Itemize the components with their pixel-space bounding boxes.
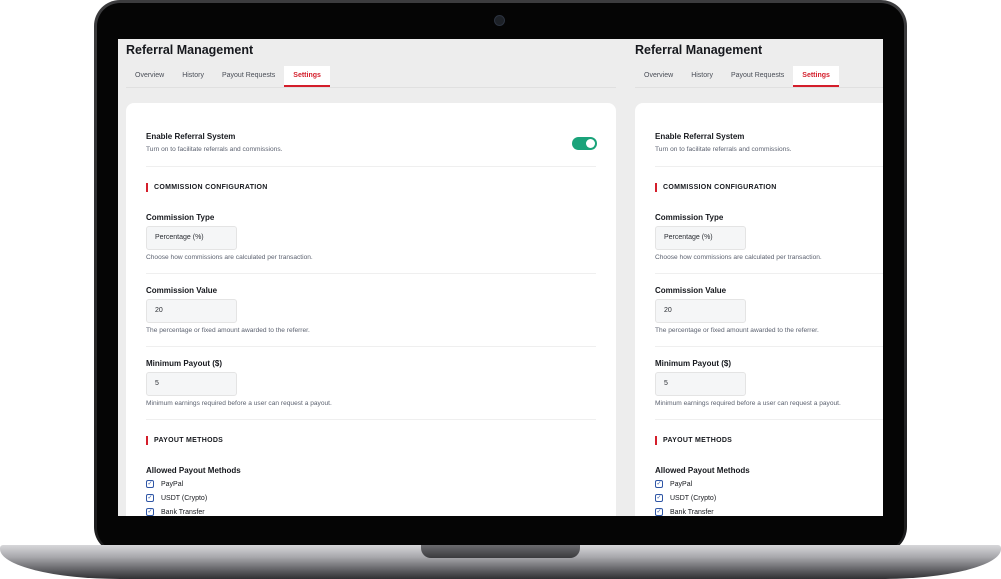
enable-referral-label: Enable Referral System xyxy=(146,132,236,141)
tab-payout-requests[interactable]: Payout Requests xyxy=(722,66,793,87)
bank-transfer-label: Bank Transfer xyxy=(670,509,714,516)
tab-history[interactable]: History xyxy=(682,66,722,87)
tab-divider xyxy=(126,87,616,88)
enable-referral-toggle[interactable] xyxy=(572,137,597,150)
divider xyxy=(146,346,596,347)
toggle-knob xyxy=(586,139,595,148)
divider xyxy=(146,166,596,167)
section-accent-bar xyxy=(655,183,657,192)
usdt-label: USDT (Crypto) xyxy=(670,495,717,502)
checkmark-icon: ✓ xyxy=(147,481,153,487)
divider xyxy=(655,419,883,420)
tab-settings[interactable]: Settings xyxy=(793,66,839,87)
commission-value-input[interactable]: 20 xyxy=(146,299,237,323)
paypal-checkbox[interactable]: ✓ xyxy=(655,480,663,488)
enable-referral-help: Turn on to facilitate referrals and comm… xyxy=(146,146,283,153)
commission-section-title: COMMISSION CONFIGURATION xyxy=(663,184,777,191)
paypal-checkbox[interactable]: ✓ xyxy=(146,480,154,488)
tab-settings[interactable]: Settings xyxy=(284,66,330,87)
section-accent-bar xyxy=(655,436,657,445)
payout-section-title: PAYOUT METHODS xyxy=(154,437,224,444)
allowed-methods-label: Allowed Payout Methods xyxy=(655,466,750,475)
laptop-frame: Referral Management Overview History Pay… xyxy=(0,0,1001,579)
laptop-screen: Referral Management Overview History Pay… xyxy=(118,39,883,516)
minimum-payout-input[interactable]: 5 xyxy=(146,372,237,396)
usdt-label: USDT (Crypto) xyxy=(161,495,208,502)
bank-transfer-checkbox[interactable]: ✓ xyxy=(146,508,154,516)
minimum-payout-input[interactable]: 5 xyxy=(655,372,746,396)
commission-value-label: Commission Value xyxy=(655,286,727,295)
divider xyxy=(655,166,883,167)
laptop-notch xyxy=(421,545,580,558)
divider xyxy=(655,346,883,347)
bank-transfer-checkbox[interactable]: ✓ xyxy=(655,508,663,516)
usdt-checkbox[interactable]: ✓ xyxy=(146,494,154,502)
checkmark-icon: ✓ xyxy=(147,495,153,501)
minimum-payout-help: Minimum earnings required before a user … xyxy=(655,400,841,407)
tab-overview[interactable]: Overview xyxy=(126,66,173,87)
usdt-checkbox[interactable]: ✓ xyxy=(655,494,663,502)
divider xyxy=(146,273,596,274)
paypal-label: PayPal xyxy=(161,481,184,488)
page-title: Referral Management xyxy=(126,43,254,57)
commission-type-select[interactable]: Percentage (%) xyxy=(146,226,237,250)
camera-icon xyxy=(494,15,505,26)
payout-section-title: PAYOUT METHODS xyxy=(663,437,733,444)
referral-settings-panel: Referral Management Overview History Pay… xyxy=(118,39,627,516)
commission-value-help: The percentage or fixed amount awarded t… xyxy=(146,327,310,334)
paypal-label: PayPal xyxy=(670,481,693,488)
checkmark-icon: ✓ xyxy=(147,509,153,515)
checkmark-icon: ✓ xyxy=(656,495,662,501)
settings-card: Enable Referral System Turn on to facili… xyxy=(126,103,616,516)
commission-value-label: Commission Value xyxy=(146,286,218,295)
minimum-payout-label: Minimum Payout ($) xyxy=(655,359,732,368)
tab-bar: Overview History Payout Requests Setting… xyxy=(126,66,330,87)
divider xyxy=(655,273,883,274)
divider xyxy=(146,419,596,420)
commission-value-help: The percentage or fixed amount awarded t… xyxy=(655,327,819,334)
tab-divider xyxy=(635,87,883,88)
tab-overview[interactable]: Overview xyxy=(635,66,682,87)
minimum-payout-help: Minimum earnings required before a user … xyxy=(146,400,332,407)
commission-type-label: Commission Type xyxy=(655,213,724,222)
settings-card: Enable Referral System Turn on to facili… xyxy=(635,103,883,516)
referral-settings-panel-duplicate: Referral Management Overview History Pay… xyxy=(627,39,883,516)
commission-type-help: Choose how commissions are calculated pe… xyxy=(146,254,313,261)
section-accent-bar xyxy=(146,436,148,445)
checkmark-icon: ✓ xyxy=(656,481,662,487)
tab-history[interactable]: History xyxy=(173,66,213,87)
enable-referral-help: Turn on to facilitate referrals and comm… xyxy=(655,146,792,153)
section-accent-bar xyxy=(146,183,148,192)
commission-type-label: Commission Type xyxy=(146,213,215,222)
page-title: Referral Management xyxy=(635,43,763,57)
checkmark-icon: ✓ xyxy=(656,509,662,515)
tab-bar: Overview History Payout Requests Setting… xyxy=(635,66,839,87)
allowed-methods-label: Allowed Payout Methods xyxy=(146,466,241,475)
minimum-payout-label: Minimum Payout ($) xyxy=(146,359,223,368)
commission-type-select[interactable]: Percentage (%) xyxy=(655,226,746,250)
commission-section-title: COMMISSION CONFIGURATION xyxy=(154,184,268,191)
commission-type-help: Choose how commissions are calculated pe… xyxy=(655,254,822,261)
commission-value-input[interactable]: 20 xyxy=(655,299,746,323)
bank-transfer-label: Bank Transfer xyxy=(161,509,205,516)
enable-referral-label: Enable Referral System xyxy=(655,132,745,141)
tab-payout-requests[interactable]: Payout Requests xyxy=(213,66,284,87)
